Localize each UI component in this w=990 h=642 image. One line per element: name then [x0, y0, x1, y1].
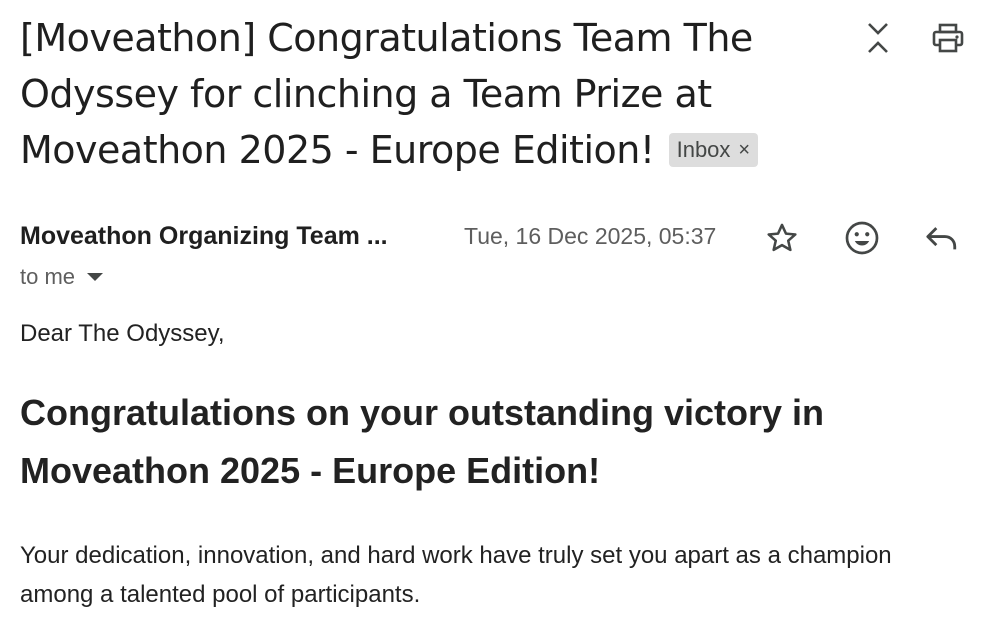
- caret-down-icon: [87, 273, 104, 281]
- sender-name[interactable]: Moveathon Organizing Team ...: [20, 222, 388, 251]
- reply-button[interactable]: [922, 218, 962, 258]
- expand-collapse-icon: [868, 23, 888, 53]
- star-icon: [767, 223, 797, 252]
- email-date: Tue, 16 Dec 2025, 05:37: [464, 223, 717, 249]
- expand-collapse-button[interactable]: [860, 20, 896, 56]
- recipient-text: to me: [20, 264, 76, 289]
- inbox-label-text: Inbox: [676, 137, 731, 162]
- recipient-details-toggle[interactable]: to me: [20, 264, 104, 290]
- sender-row: Moveathon Organizing Team ... Tue, 16 De…: [20, 218, 970, 258]
- email-paragraph: Your dedication, innovation, and hard wo…: [20, 542, 892, 608]
- email-greeting: Dear The Odyssey,: [20, 320, 225, 347]
- remove-label-button[interactable]: ×: [738, 122, 750, 178]
- email-subject-text: [Moveathon] Congratulations Team The Ody…: [20, 16, 753, 172]
- email-headline: Congratulations on your outstanding vict…: [20, 392, 825, 491]
- star-button[interactable]: [762, 218, 802, 258]
- emoji-reaction-button[interactable]: [842, 218, 882, 258]
- email-subject: [Moveathon] Congratulations Team The Ody…: [20, 10, 850, 178]
- reply-icon: [926, 227, 957, 250]
- print-button[interactable]: [930, 20, 966, 56]
- inbox-label-chip[interactable]: Inbox ×: [668, 133, 759, 167]
- emoji-reaction-icon: [845, 221, 879, 255]
- email-subject-area: [Moveathon] Congratulations Team The Ody…: [20, 10, 850, 178]
- printer-icon: [932, 23, 964, 53]
